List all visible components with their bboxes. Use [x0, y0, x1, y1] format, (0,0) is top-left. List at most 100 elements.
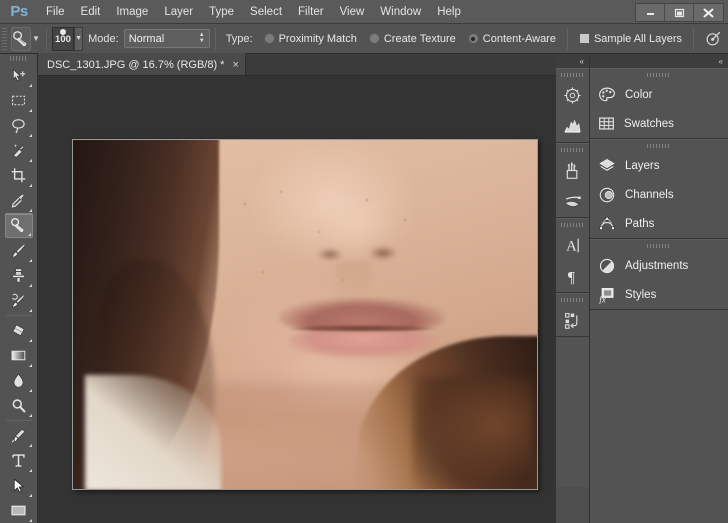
- collapse-panels-button[interactable]: «: [590, 54, 728, 68]
- panel-column-filler: [556, 337, 589, 487]
- sample-all-layers-checkbox[interactable]: Sample All Layers: [579, 33, 682, 45]
- navigator-icon: [563, 86, 582, 105]
- options-bar-grip[interactable]: [2, 28, 7, 50]
- menu-filter[interactable]: Filter: [290, 0, 332, 24]
- panel-icon-paragraph[interactable]: ¶: [556, 261, 589, 292]
- crop-tool[interactable]: [5, 163, 33, 188]
- menu-select[interactable]: Select: [242, 0, 290, 24]
- menu-window[interactable]: Window: [372, 0, 429, 24]
- eyedropper-tool[interactable]: [5, 188, 33, 213]
- tool-presets-icon: [563, 193, 583, 210]
- swatches-grid-icon: [598, 115, 615, 132]
- checkbox-icon-sample-all-layers: [579, 33, 590, 44]
- history-brush-tool[interactable]: [5, 288, 33, 313]
- toolbar-divider-2: [6, 420, 32, 421]
- panel-icon-histogram[interactable]: [556, 111, 589, 142]
- panel-icon-tool-presets[interactable]: [556, 186, 589, 217]
- maximize-button[interactable]: [665, 4, 694, 21]
- channels-circles-icon: [598, 186, 616, 204]
- panel-group-layers: Layers Channels Paths: [590, 139, 728, 239]
- tablet-pressure-button[interactable]: [705, 30, 722, 47]
- brush-size-value: 100: [55, 35, 71, 45]
- panel-icon-navigator[interactable]: [556, 80, 589, 111]
- radio-icon-content-aware: [468, 33, 479, 44]
- panel-group-adjustments: Adjustments fx Styles: [590, 239, 728, 310]
- panel-tab-color[interactable]: Color: [590, 80, 728, 109]
- panel-group-grip[interactable]: [556, 69, 589, 80]
- adjustments-halfcircle-icon: [598, 257, 616, 275]
- image-canvas[interactable]: [72, 139, 538, 490]
- move-tool-icon: [10, 67, 27, 84]
- brush-options-dropdown[interactable]: ▼: [74, 27, 83, 51]
- panel-tab-paths[interactable]: Paths: [590, 209, 728, 238]
- options-separator-1: [46, 28, 47, 50]
- document-tab[interactable]: DSC_1301.JPG @ 16.7% (RGB/8) * ×: [38, 53, 246, 75]
- panel-tab-styles[interactable]: fx Styles: [590, 280, 728, 309]
- radio-content-aware[interactable]: Content-Aware: [468, 33, 556, 45]
- eraser-tool-icon: [10, 322, 27, 339]
- panel-tab-channels[interactable]: Channels: [590, 180, 728, 209]
- quick-selection-tool[interactable]: [5, 138, 33, 163]
- menu-help[interactable]: Help: [429, 0, 469, 24]
- menu-image[interactable]: Image: [108, 0, 156, 24]
- brush-tool[interactable]: [5, 238, 33, 263]
- document-tab-close-icon[interactable]: ×: [232, 60, 238, 71]
- panel-icon-actions[interactable]: [556, 305, 589, 336]
- styles-fx-icon: fx: [598, 286, 616, 304]
- spot-healing-brush-tool[interactable]: [5, 213, 33, 238]
- active-tool-indicator[interactable]: [11, 27, 31, 51]
- radio-create-texture[interactable]: Create Texture: [369, 33, 456, 45]
- menu-file[interactable]: File: [38, 0, 73, 24]
- tool-preset-dropdown[interactable]: ▼: [31, 28, 41, 50]
- menu-type[interactable]: Type: [201, 0, 242, 24]
- lasso-tool-icon: [10, 117, 27, 134]
- panel-icon-brush-presets[interactable]: [556, 155, 589, 186]
- panel-tab-swatches[interactable]: Swatches: [590, 109, 728, 138]
- close-button[interactable]: [694, 4, 723, 21]
- gradient-tool[interactable]: [5, 343, 33, 368]
- blend-mode-value: Normal: [129, 33, 164, 45]
- lasso-tool[interactable]: [5, 113, 33, 138]
- horizontal-type-tool[interactable]: [5, 448, 33, 473]
- panel-tab-adjustments[interactable]: Adjustments: [590, 251, 728, 280]
- panel-tab-layers[interactable]: Layers: [590, 151, 728, 180]
- panel-group-grip[interactable]: [556, 294, 589, 305]
- radio-proximity-match[interactable]: Proximity Match: [264, 33, 357, 45]
- dodge-tool[interactable]: [5, 393, 33, 418]
- spinner-icon: ▲▼: [199, 33, 205, 44]
- menu-layer[interactable]: Layer: [156, 0, 201, 24]
- blend-mode-select[interactable]: Normal ▲▼: [124, 29, 210, 48]
- minimize-button[interactable]: [636, 4, 665, 21]
- maximize-icon: [674, 8, 685, 18]
- panel-group-grip[interactable]: [590, 69, 728, 80]
- panel-tab-label-adjustments: Adjustments: [625, 260, 688, 272]
- panel-tab-label-styles: Styles: [625, 289, 656, 301]
- clone-stamp-tool[interactable]: [5, 263, 33, 288]
- canvas-area[interactable]: [38, 76, 588, 523]
- panel-empty-area: [590, 310, 728, 523]
- panel-group-actions: [556, 293, 589, 337]
- rectangle-shape-tool[interactable]: [5, 498, 33, 523]
- panel-group-grip[interactable]: [590, 240, 728, 251]
- menu-edit[interactable]: Edit: [73, 0, 109, 24]
- document-tab-bar: DSC_1301.JPG @ 16.7% (RGB/8) * ×: [38, 54, 588, 76]
- move-tool[interactable]: [5, 63, 33, 88]
- panel-icon-character[interactable]: A: [556, 230, 589, 261]
- rectangular-marquee-tool[interactable]: [5, 88, 33, 113]
- panel-group-grip[interactable]: [556, 144, 589, 155]
- options-separator-3: [567, 28, 568, 50]
- tools-panel-grip[interactable]: [0, 54, 37, 63]
- brush-size-preview[interactable]: 100: [52, 27, 74, 51]
- layers-stack-icon: [598, 157, 616, 175]
- pen-tool[interactable]: [5, 423, 33, 448]
- options-separator-2: [215, 28, 216, 50]
- path-selection-tool[interactable]: [5, 473, 33, 498]
- panel-group-color: Color Swatches: [590, 68, 728, 139]
- panel-group-grip[interactable]: [556, 219, 589, 230]
- menu-view[interactable]: View: [332, 0, 373, 24]
- collapse-panels-left-button[interactable]: «: [556, 54, 589, 68]
- eraser-tool[interactable]: [5, 318, 33, 343]
- radio-icon-proximity: [264, 33, 275, 44]
- panel-group-grip[interactable]: [590, 140, 728, 151]
- blur-tool[interactable]: [5, 368, 33, 393]
